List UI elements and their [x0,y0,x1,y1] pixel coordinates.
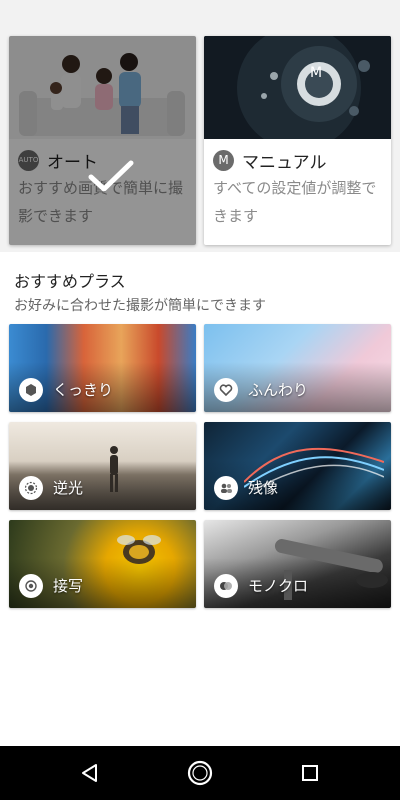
section-subtitle: お好みに合わせた撮影が簡単にできます [14,298,266,314]
navigation-bar [0,746,400,800]
auto-mode-card[interactable]: AUTO オート おすすめ画質で簡単に撮影できます [9,36,196,245]
section-title: おすすめプラス [14,272,126,291]
manual-mode-title: マニュアル [242,152,327,173]
scene-label-macro: 接写 [53,577,84,595]
scene-tile-backlight[interactable]: 逆光 [9,422,196,510]
backlight-icon [19,476,43,500]
scene-tile-soft[interactable]: ふんわり [204,324,391,412]
bee-on-flower [117,535,161,564]
scene-label-trail: 残像 [248,479,279,497]
scene-tile-macro[interactable]: 接写 [9,520,196,608]
manual-title-row: M マニュアル [213,149,327,173]
recent-square-icon [302,765,318,781]
checkmark-icon [88,160,134,192]
scene-label-vivid: くっきり [53,381,114,399]
people-trail-icon [214,476,238,500]
monochrome-icon [214,574,238,598]
back-triangle-icon [82,764,97,782]
manual-mode-card[interactable]: M M マニュアル すべての設定値が調整できます [204,36,391,245]
manual-mode-description: すべての設定値が調整できます [213,179,377,225]
vivid-icon [19,378,43,402]
home-circle-icon [187,760,213,786]
recent-apps-button[interactable] [280,746,340,800]
scene-tile-vivid[interactable]: くっきり [9,324,196,412]
scene-tile-trail[interactable]: 残像 [204,422,391,510]
scene-label-soft: ふんわり [248,381,309,399]
scene-tile-monochrome[interactable]: モノクロ [204,520,391,608]
heart-icon [214,378,238,402]
camera-dial-photo: M [204,36,391,139]
home-button[interactable] [170,746,230,800]
scene-label-backlight: 逆光 [53,479,84,497]
scene-label-monochrome: モノクロ [248,577,309,595]
back-button[interactable] [60,746,120,800]
macro-icon [19,574,43,598]
manual-badge-icon: M [213,149,234,171]
selected-overlay [9,36,196,245]
svg-text:M: M [310,65,322,81]
walking-person-silhouette [110,446,118,492]
